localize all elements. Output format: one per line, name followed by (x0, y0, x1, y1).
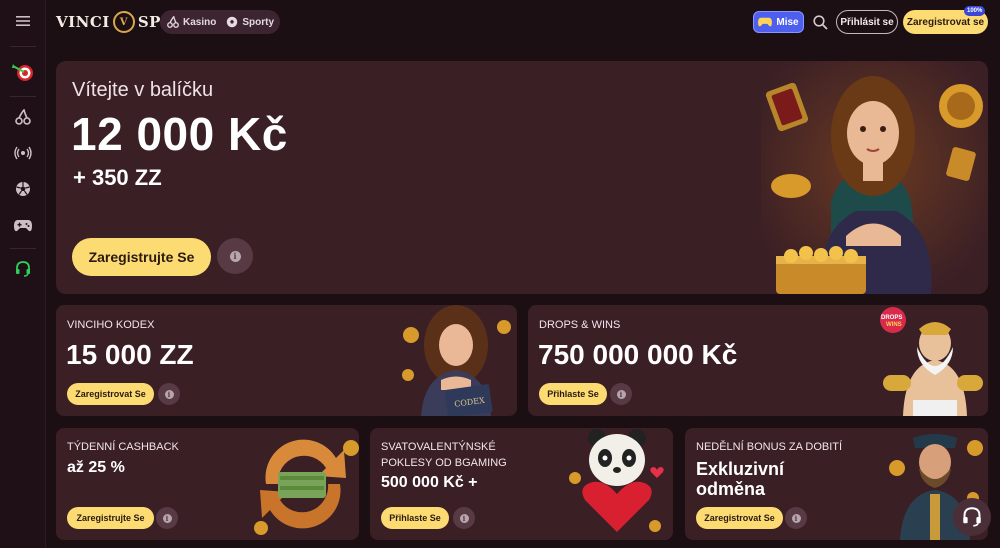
search-icon (812, 14, 828, 30)
logo-mark: V (112, 11, 135, 33)
promo-card-sunday: NEDĚLNÍ BONUS ZA DOBITÍ Exkluzivní odměn… (685, 428, 988, 540)
top-header: VINCI V SPIN Kasino Sporty Mise Přihlási… (46, 0, 1000, 44)
card-info-button[interactable]: i (156, 507, 178, 529)
hero-info-button[interactable]: i (217, 238, 253, 274)
gamepad-icon (14, 219, 32, 231)
login-button[interactable]: Přihlásit se (836, 10, 898, 34)
kodex-girl-illustration: CODEX (402, 305, 511, 416)
hero-lady-illustration (761, 61, 988, 294)
card-register-button[interactable]: Zaregistrovat Se (67, 383, 154, 405)
main-nav: Kasino Sporty (160, 10, 280, 34)
nav-label-sporty: Sporty (242, 16, 275, 28)
sidebar-divider (10, 96, 36, 97)
live-broadcast-icon (14, 146, 32, 160)
card-register-button[interactable]: Zaregistrovat Se (696, 507, 783, 529)
info-icon: i (229, 250, 241, 262)
support-chat-button[interactable] (953, 498, 991, 536)
sidebar-divider (10, 248, 36, 249)
hero-register-button[interactable]: Zaregistrujte Se (72, 238, 211, 276)
search-button[interactable] (810, 12, 830, 32)
card-title-line2: POKLESY OD BGAMING (381, 457, 507, 469)
dart-target-icon (12, 64, 33, 81)
promo-card-cashback: TÝDENNÍ CASHBACK až 25 % Zaregistrujte S… (56, 428, 359, 540)
gamepad-icon (758, 17, 773, 27)
card-value: 500 000 Kč + (381, 474, 478, 491)
panda-heart-illustration (569, 429, 664, 532)
card-title-line1: SVATOVALENTÝNSKÉ (381, 441, 496, 453)
register-badge: 100% (964, 6, 986, 16)
sidebar (0, 0, 46, 548)
card-info-button[interactable]: i (453, 507, 475, 529)
cherries-icon (15, 109, 31, 125)
card-info-button[interactable]: i (610, 383, 632, 405)
card-value: až 25 % (67, 459, 125, 476)
soccer-ball-icon (227, 16, 238, 28)
headset-icon (963, 507, 981, 527)
logo-text-left: VINCI (56, 13, 110, 31)
sidebar-item-live[interactable] (0, 142, 46, 164)
sidebar-item-sport[interactable] (0, 178, 46, 200)
card-value: 15 000 ZZ (66, 339, 194, 370)
card-title: TÝDENNÍ CASHBACK (67, 441, 179, 453)
menu-icon (16, 16, 30, 26)
mise-button[interactable]: Mise (753, 11, 804, 33)
info-icon: i (164, 389, 174, 399)
drops-wins-logo-text: WINS (886, 322, 902, 328)
sidebar-item-target[interactable] (0, 60, 46, 86)
info-icon: i (162, 513, 172, 523)
card-register-button[interactable]: Zaregistrujte Se (67, 507, 154, 529)
drops-wins-logo-text: DROPS (881, 315, 902, 321)
hero-amount: 12 000 Kč (71, 108, 288, 160)
sidebar-divider (10, 46, 36, 47)
sidebar-item-support[interactable] (0, 258, 46, 280)
promo-card-drops: DROPS & WINS 750 000 000 Kč Přihlaste Se… (528, 305, 988, 416)
card-info-button[interactable]: i (158, 383, 180, 405)
info-icon: i (459, 513, 469, 523)
nav-label-kasino: Kasino (183, 16, 217, 28)
card-title: NEDĚLNÍ BONUS ZA DOBITÍ (696, 441, 843, 453)
card-title: DROPS & WINS (539, 319, 621, 331)
info-icon: i (791, 513, 801, 523)
mise-label: Mise (776, 16, 799, 28)
cashback-money-illustration (254, 439, 359, 535)
card-value: 750 000 000 Kč (538, 339, 738, 370)
card-value-line1: Exkluzivní (696, 459, 785, 479)
sidebar-item-games[interactable] (0, 214, 46, 236)
zeus-illustration: DROPS WINS (880, 307, 983, 416)
card-title: VINCIHO KODEX (67, 319, 155, 331)
promo-card-valentine: SVATOVALENTÝNSKÉ POKLESY OD BGAMING 500 … (370, 428, 673, 540)
hero-bonus: + 350 ZZ (73, 165, 162, 190)
promo-card-kodex: VINCIHO KODEX 15 000 ZZ Zaregistrovat Se… (56, 305, 517, 416)
card-login-button[interactable]: Přihlaste Se (381, 507, 449, 529)
nav-item-kasino[interactable]: Kasino (165, 16, 218, 28)
info-icon: i (616, 389, 626, 399)
nav-item-sporty[interactable]: Sporty (224, 16, 276, 28)
hero-banner: Vítejte v balíčku 12 000 Kč + 350 ZZ Zar… (56, 61, 988, 294)
card-info-button[interactable]: i (785, 507, 807, 529)
menu-button[interactable] (0, 10, 46, 32)
sidebar-item-casino[interactable] (0, 106, 46, 128)
hero-welcome: Vítejte v balíčku (72, 79, 214, 101)
cherries-icon (167, 16, 179, 28)
headset-icon (16, 261, 30, 277)
card-value-line2: odměna (696, 479, 766, 499)
soccer-ball-icon (16, 182, 30, 196)
card-login-button[interactable]: Přihlaste Se (539, 383, 607, 405)
